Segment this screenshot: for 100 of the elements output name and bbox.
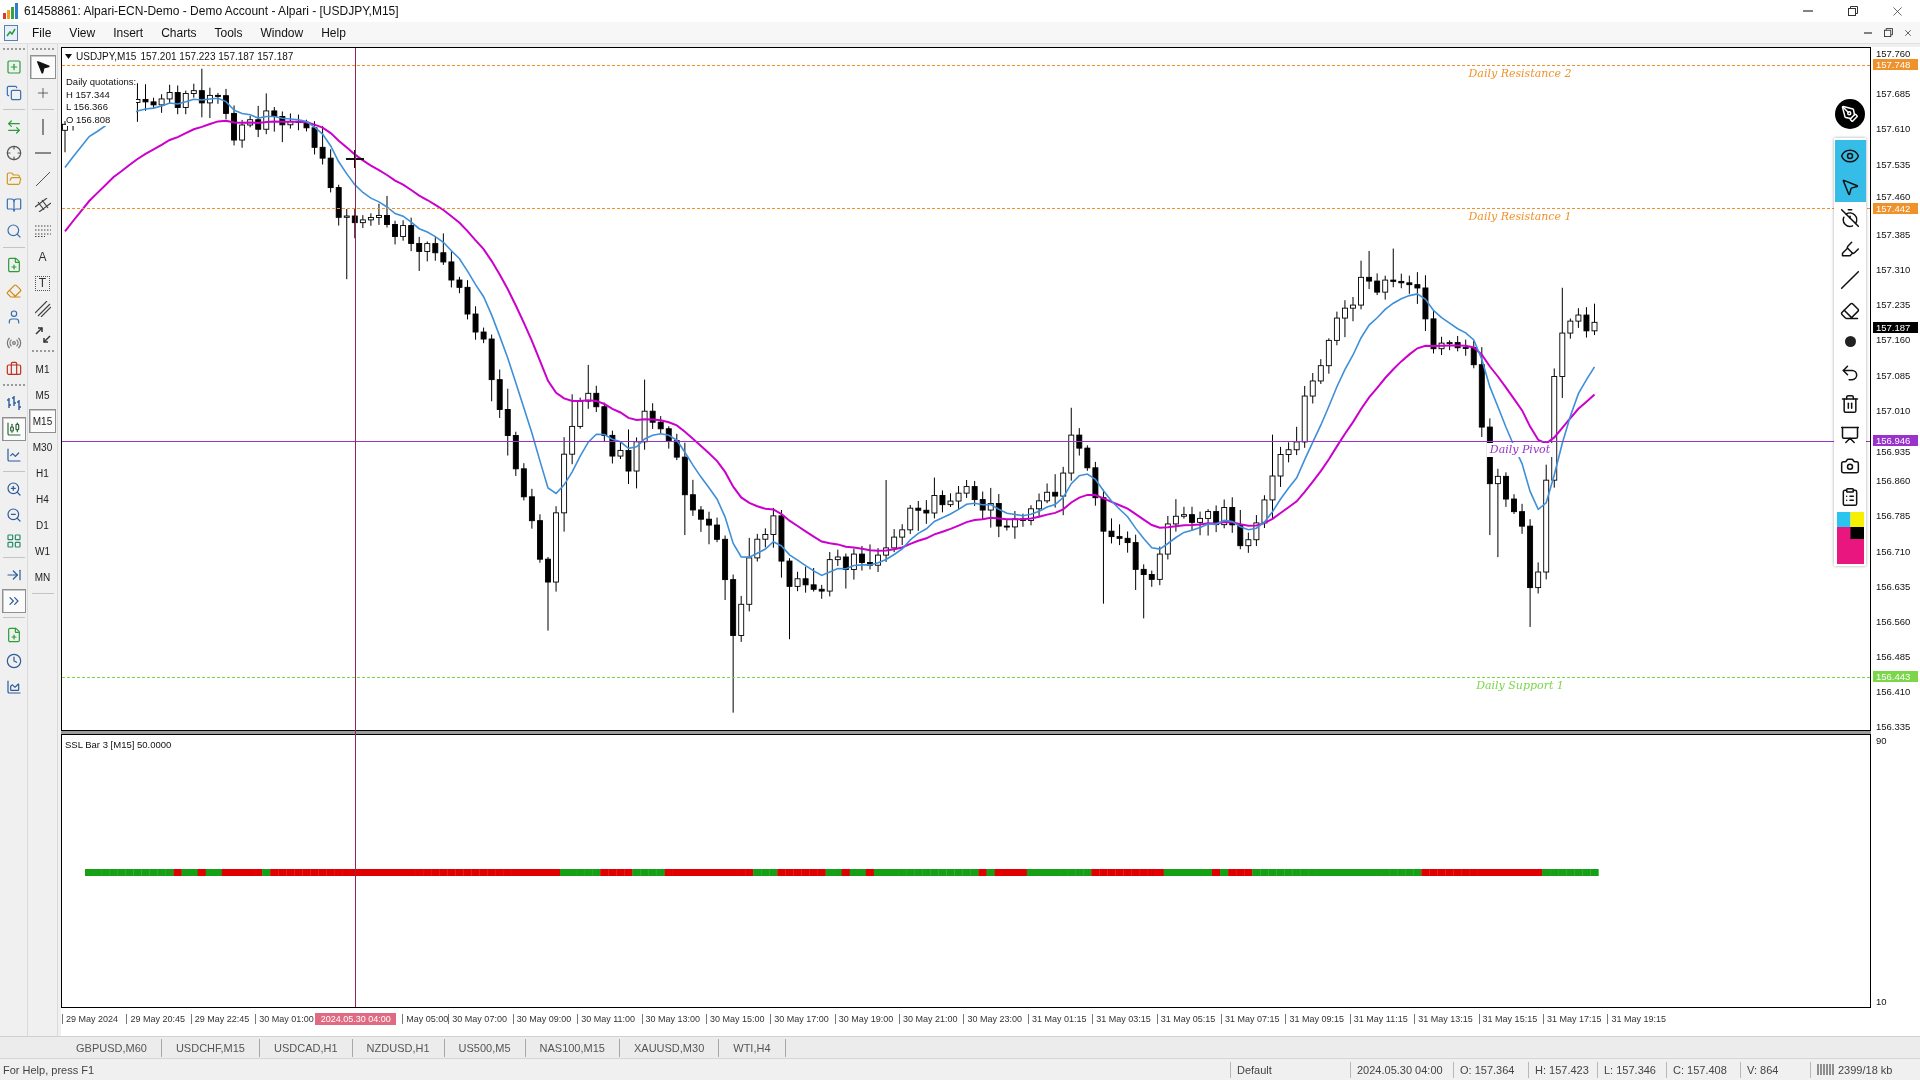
indicator-scale-label: 10: [1876, 997, 1888, 1007]
price-tick-label: 157.535: [1876, 159, 1911, 170]
restore-icon: [1847, 6, 1858, 16]
left-right-arrows-icon: [5, 119, 22, 135]
price-tick-label: 157.010: [1876, 405, 1911, 416]
time-label: 29 May 22:45: [190, 1014, 250, 1024]
time-label: 30 May 19:00: [834, 1014, 894, 1024]
search-icon: [5, 223, 22, 239]
price-tick-label: 156.935: [1876, 446, 1911, 457]
chart-tab[interactable]: US500,M5: [444, 1038, 526, 1057]
menu-item[interactable]: Tools: [206, 23, 251, 42]
timeframe-button[interactable]: M5: [29, 383, 56, 407]
document-plus-icon: [5, 257, 22, 273]
timeframe-button[interactable]: H1: [29, 461, 56, 485]
time-label: 30 May 09:00: [512, 1014, 572, 1024]
price-tick-label: 156.710: [1876, 546, 1911, 557]
drawing-tool-button[interactable]: A: [29, 245, 56, 269]
indicator-scale-label: 90: [1876, 736, 1888, 746]
diagonal-lines-icon: [34, 301, 51, 317]
status-text: C: 157.408: [1673, 1063, 1727, 1076]
arrows-icon: [34, 327, 51, 343]
timeframe-button[interactable]: D1: [29, 513, 56, 537]
menu-item[interactable]: Charts: [153, 23, 205, 42]
menu-item[interactable]: View: [61, 23, 104, 42]
time-label: 31 May 13:15: [1414, 1014, 1473, 1024]
time-label: 30 May 15:00: [705, 1014, 765, 1024]
chart-tab[interactable]: USDCAD,H1: [260, 1038, 353, 1057]
tile-windows-icon: [5, 533, 22, 549]
price-badge: 157.748: [1873, 59, 1918, 71]
chart-tab[interactable]: NZDUSD,H1: [352, 1038, 445, 1057]
time-label: 31 May 15:15: [1478, 1014, 1538, 1024]
price-tick-label: 157.160: [1876, 335, 1911, 346]
menu-item[interactable]: File: [24, 23, 60, 42]
price-tick-label: 157.460: [1876, 192, 1911, 203]
status-text: O: 157.364: [1460, 1063, 1515, 1076]
time-cursor-label: 2024.05.30 04:00: [315, 1013, 397, 1025]
menu-item[interactable]: Window: [252, 23, 312, 42]
eraser-icon: [5, 283, 22, 299]
price-tick-label: 156.560: [1876, 616, 1911, 627]
drawing-tool-button[interactable]: T: [29, 271, 56, 295]
timeframe-button[interactable]: W1: [29, 539, 56, 563]
time-label: 30 May 01:00: [255, 1014, 314, 1024]
status-text: L: 157.346: [1604, 1063, 1656, 1076]
chart-scroll-button[interactable]: [1, 589, 26, 613]
price-badge: 156.443: [1873, 671, 1918, 683]
drawing-tool-button[interactable]: [29, 55, 56, 79]
status-text: 2024.05.30 04:00: [1357, 1063, 1443, 1076]
restore-icon: [1883, 28, 1893, 37]
price-tick-label: 157.085: [1876, 370, 1911, 381]
menu-item[interactable]: Help: [313, 23, 354, 42]
timeframe-button[interactable]: M1: [29, 357, 56, 381]
status-text: 2399/18 kb: [1838, 1063, 1893, 1076]
time-label: 30 May 07:00: [448, 1014, 507, 1024]
time-label: 29 May 20:45: [126, 1014, 185, 1024]
zoom-in-icon: [5, 481, 22, 497]
time-label: 30 May 23:00: [963, 1014, 1023, 1024]
parallel-lines-icon: [34, 198, 51, 212]
price-badge: 157.187: [1873, 322, 1918, 334]
chart-bars-icon: [3, 3, 19, 19]
chart-tab[interactable]: WTI,H4: [719, 1038, 786, 1057]
notebook-icon: [5, 197, 22, 213]
price-tick-label: 156.335: [1876, 722, 1911, 733]
stacked-windows-icon: [5, 85, 22, 101]
menu-item[interactable]: Insert: [105, 23, 152, 42]
timeframe-button[interactable]: H4: [29, 487, 56, 511]
horizontal-line-icon: [34, 152, 51, 154]
signal-bars-icon: [1817, 1064, 1835, 1075]
area-chart-icon: [5, 679, 22, 695]
chart-style-button[interactable]: [1, 417, 26, 441]
price-badge: 156.946: [1873, 435, 1918, 447]
price-tick-label: 157.610: [1876, 124, 1911, 135]
folder-icon: [5, 171, 22, 187]
timeframe-button[interactable]: M30: [29, 435, 56, 459]
time-label: 31 May 09:15: [1285, 1014, 1344, 1024]
price-tick-label: 157.685: [1876, 89, 1911, 100]
timeframe-button[interactable]: MN: [29, 565, 56, 589]
time-label: 31 May 01:15: [1027, 1014, 1087, 1024]
chart-tab[interactable]: USDCHF,M15: [161, 1038, 260, 1057]
time-label: 31 May 11:15: [1349, 1014, 1408, 1024]
arrow-to-line-icon: [5, 567, 22, 583]
time-label: 31 May 17:15: [1543, 1014, 1602, 1024]
line-chart-icon: [5, 447, 22, 463]
status-help-text: For Help, press F1: [2, 1063, 96, 1076]
price-tick-label: 156.635: [1876, 581, 1911, 592]
candlestick-icon: [5, 421, 22, 437]
chart-tab[interactable]: XAUUSD,M30: [619, 1038, 720, 1057]
time-label: 29 May 2024: [62, 1014, 119, 1024]
price-tick-label: 157.760: [1876, 48, 1911, 59]
chart-tab[interactable]: GBPUSD,M60: [62, 1038, 162, 1057]
trend-line-icon: [34, 171, 51, 187]
status-text: H: 157.423: [1535, 1063, 1589, 1076]
price-tick-label: 156.860: [1876, 476, 1911, 487]
chart-tab[interactable]: NAS100,M15: [525, 1038, 620, 1057]
price-tick-label: 157.385: [1876, 229, 1911, 240]
close-icon: [1903, 27, 1913, 38]
cursor-arrow-icon: [34, 59, 51, 75]
time-label: 30 May 21:00: [899, 1014, 958, 1024]
status-text: V: 864: [1747, 1063, 1779, 1076]
signal-icon: [5, 335, 22, 351]
timeframe-button[interactable]: M15: [29, 409, 56, 433]
